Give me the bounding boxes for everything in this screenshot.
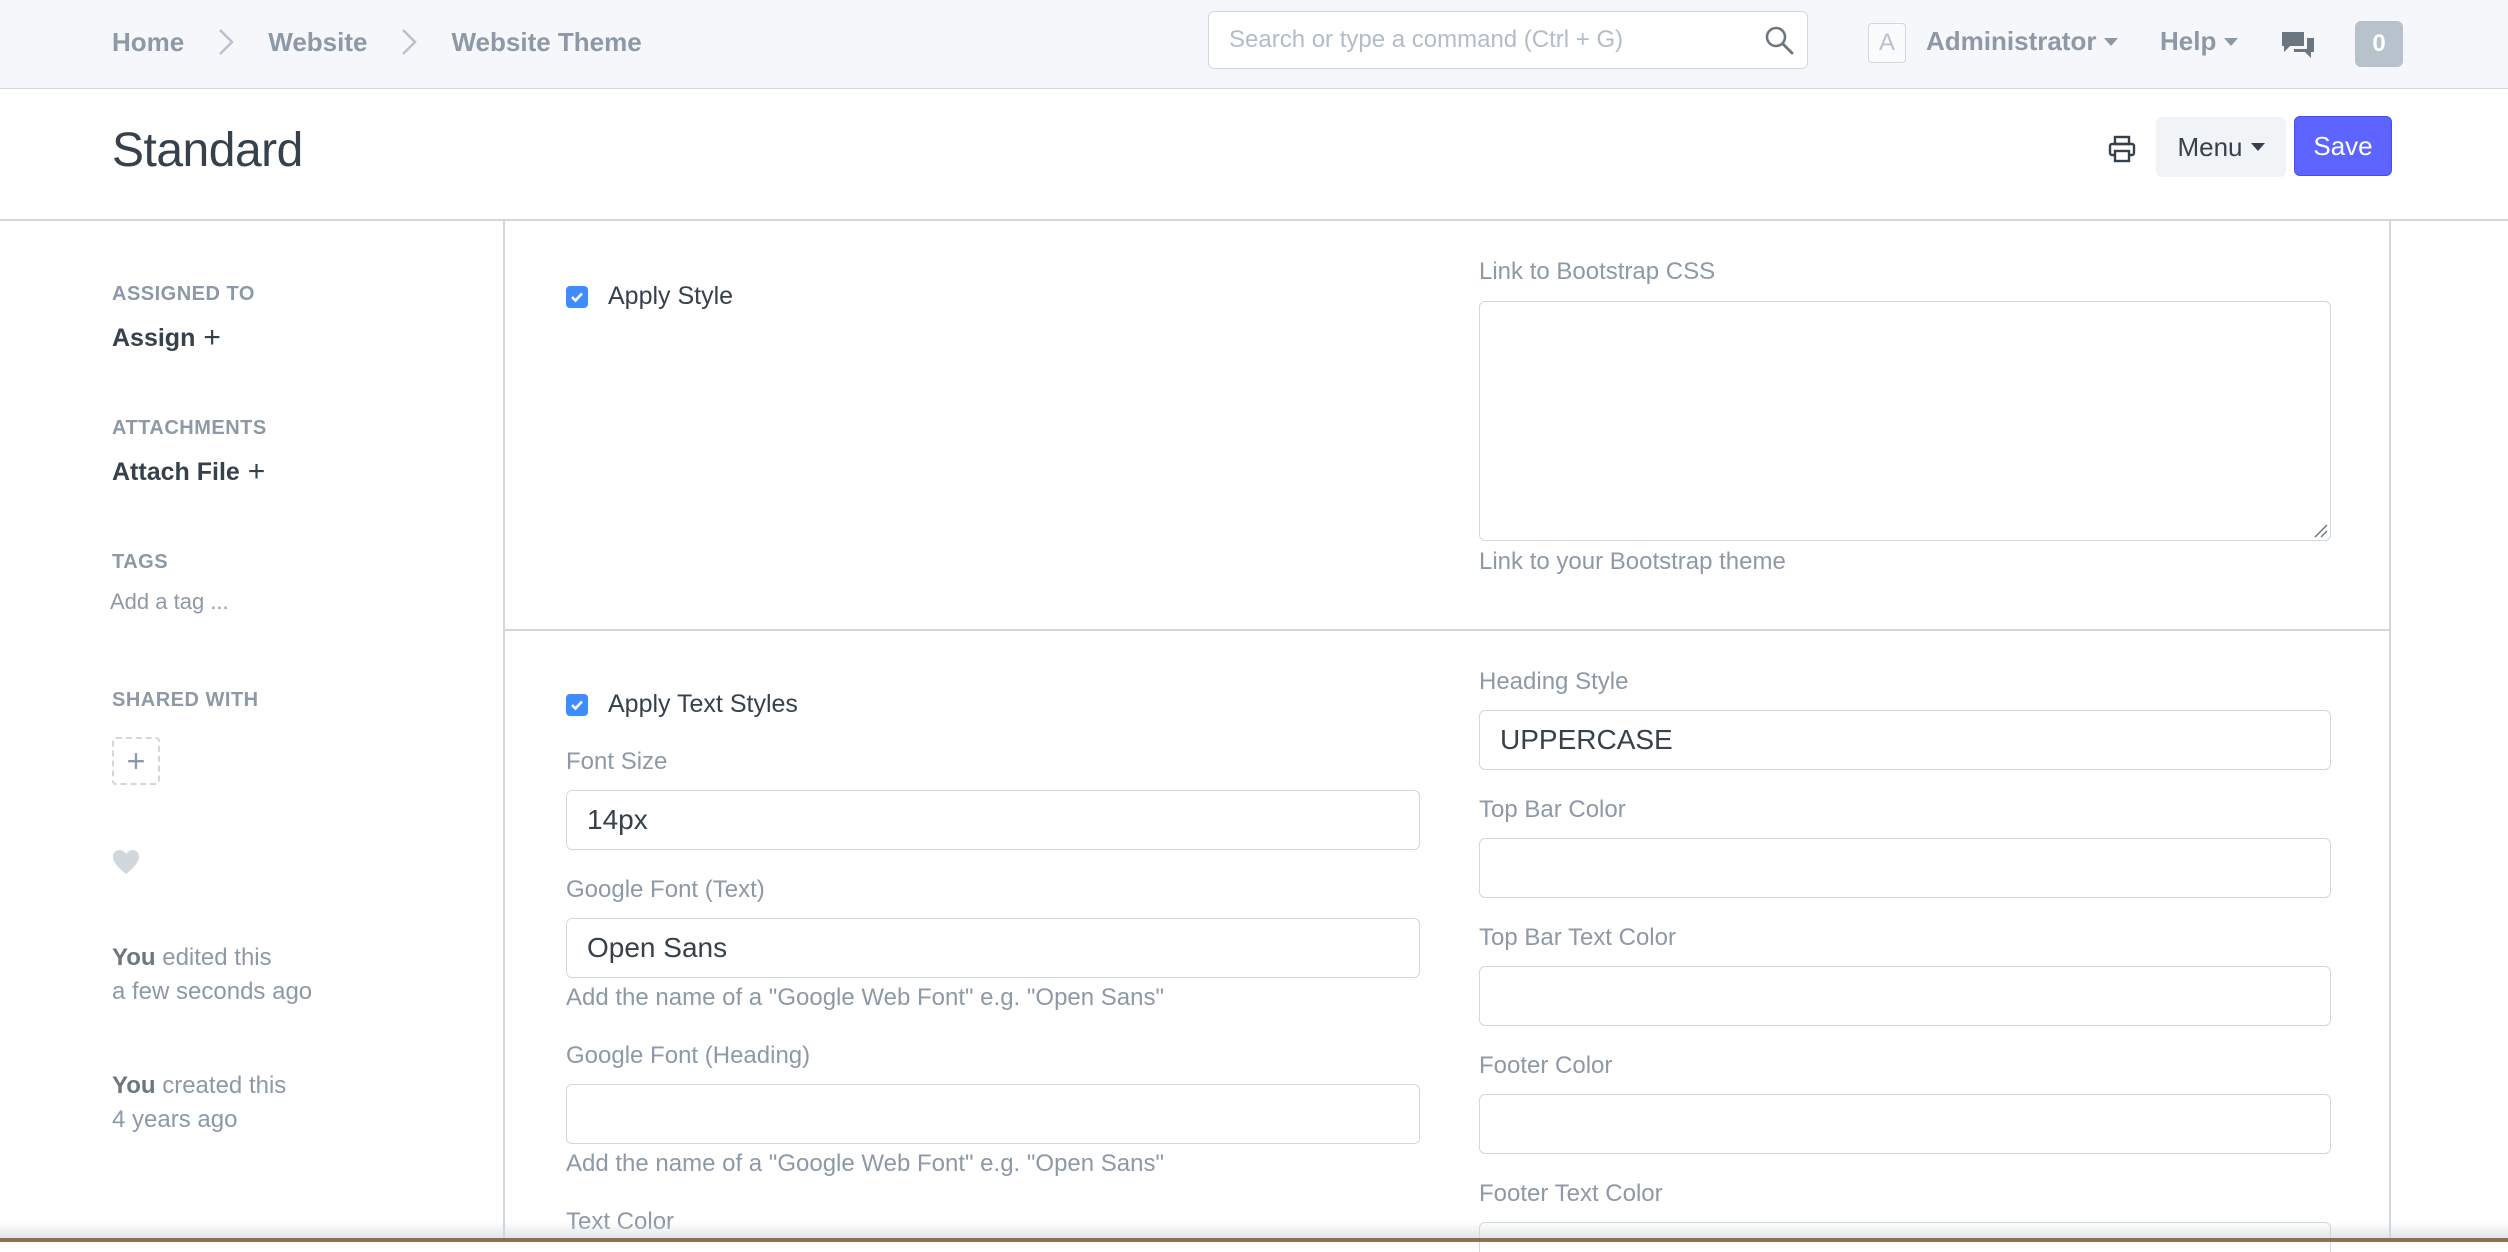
apply-style-label: Apply Style [608,282,734,310]
assigned-to-label: ASSIGNED TO [112,283,255,305]
printer-icon [2108,135,2136,163]
check-icon [571,292,583,302]
timeline-actor: You [112,944,156,971]
apply-text-styles-checkbox[interactable]: Apply Text Styles [566,690,798,719]
print-button[interactable] [2102,129,2142,169]
checkbox-checked[interactable] [566,285,588,308]
font-size-label: Font Size [566,748,668,775]
form-layout: Apply Style Link to Bootstrap CSS Link t… [503,221,2391,1252]
add-share-button[interactable]: + [112,737,160,785]
google-font-heading-input[interactable] [566,1084,1420,1144]
font-size-input[interactable]: 14px [566,790,1420,850]
page-title: Standard [112,124,303,177]
page-head: Standard Menu Save [0,89,2508,221]
chevron-right-icon [389,22,429,62]
search-bar [1208,11,1808,69]
avatar[interactable]: A [1868,23,1906,63]
menu-label: Menu [2177,131,2243,162]
apply-text-styles-label: Apply Text Styles [608,690,798,718]
heart-icon[interactable] [112,849,140,875]
caret-down-icon [2224,37,2239,46]
heading-style-select[interactable]: UPPERCASE [1479,710,2331,770]
attach-file-button[interactable]: Attach File + [112,457,265,487]
top-bar-color-label: Top Bar Color [1479,796,1626,823]
top-bar-text-color-input[interactable] [1479,966,2331,1026]
bootstrap-css-textarea[interactable] [1479,301,2331,541]
assign-button[interactable]: Assign + [112,323,221,353]
help-label: Help [2160,26,2217,56]
attachments-label: ATTACHMENTS [112,417,267,439]
timeline-actor: You [112,1072,156,1099]
timeline-time: a few seconds ago [112,978,313,1005]
resize-grip-icon[interactable] [2312,522,2328,538]
plus-icon: + [203,321,221,354]
footer-color-input[interactable] [1479,1094,2331,1154]
timeline-item-created: You created this 4 years ago [112,1069,286,1137]
breadcrumb-website-theme[interactable]: Website Theme [451,27,641,58]
heading-style-label: Heading Style [1479,668,1629,695]
plus-icon: + [247,455,266,488]
top-navbar: Home Website Website Theme A Administrat… [0,0,2508,89]
google-font-text-help: Add the name of a "Google Web Font" e.g.… [566,984,1164,1011]
google-font-heading-help: Add the name of a "Google Web Font" e.g.… [566,1150,1164,1177]
search-icon[interactable] [1751,12,1807,68]
bootstrap-css-label: Link to Bootstrap CSS [1479,258,1716,285]
top-bar-text-color-label: Top Bar Text Color [1479,924,1676,951]
google-font-text-label: Google Font (Text) [566,876,765,903]
google-font-heading-label: Google Font (Heading) [566,1042,811,1069]
help-dropdown[interactable]: Help [2160,26,2239,57]
attach-file-label: Attach File [112,457,240,486]
timeline-action: edited this [162,944,272,971]
footer-text-color-label: Footer Text Color [1479,1180,1663,1207]
add-tag-input[interactable]: Add a tag ... [110,589,229,615]
tags-label: TAGS [112,551,169,573]
timeline-action: created this [162,1072,287,1099]
checkbox-checked[interactable] [566,693,588,716]
user-name: Administrator [1926,26,2097,56]
notifications-badge[interactable]: 0 [2355,21,2403,67]
breadcrumb: Home Website Website Theme [112,22,642,62]
google-font-text-input[interactable]: Open Sans [566,918,1420,978]
breadcrumb-home[interactable]: Home [112,27,184,58]
caret-down-icon [2104,37,2119,46]
user-menu-dropdown[interactable]: Administrator [1926,26,2119,57]
plus-icon: + [126,742,146,779]
assign-label: Assign [112,323,196,352]
chevron-right-icon [206,22,246,62]
top-bar-color-input[interactable] [1479,838,2331,898]
shared-with-label: SHARED WITH [112,689,259,711]
section-divider [505,629,2389,631]
apply-style-checkbox[interactable]: Apply Style [566,282,733,311]
search-input[interactable] [1209,12,1751,68]
timeline-item-edited: You edited this a few seconds ago [112,941,312,1009]
save-button[interactable]: Save [2294,116,2392,176]
timeline-time: 4 years ago [112,1106,238,1133]
chat-bubbles-icon[interactable] [2280,28,2316,62]
menu-button[interactable]: Menu [2156,117,2286,177]
window-bottom-edge [0,1238,2508,1242]
caret-down-icon [2250,143,2265,151]
footer-color-label: Footer Color [1479,1052,1613,1079]
bootstrap-css-help: Link to your Bootstrap theme [1479,548,1786,575]
breadcrumb-website[interactable]: Website [268,27,367,58]
check-icon [571,700,583,710]
